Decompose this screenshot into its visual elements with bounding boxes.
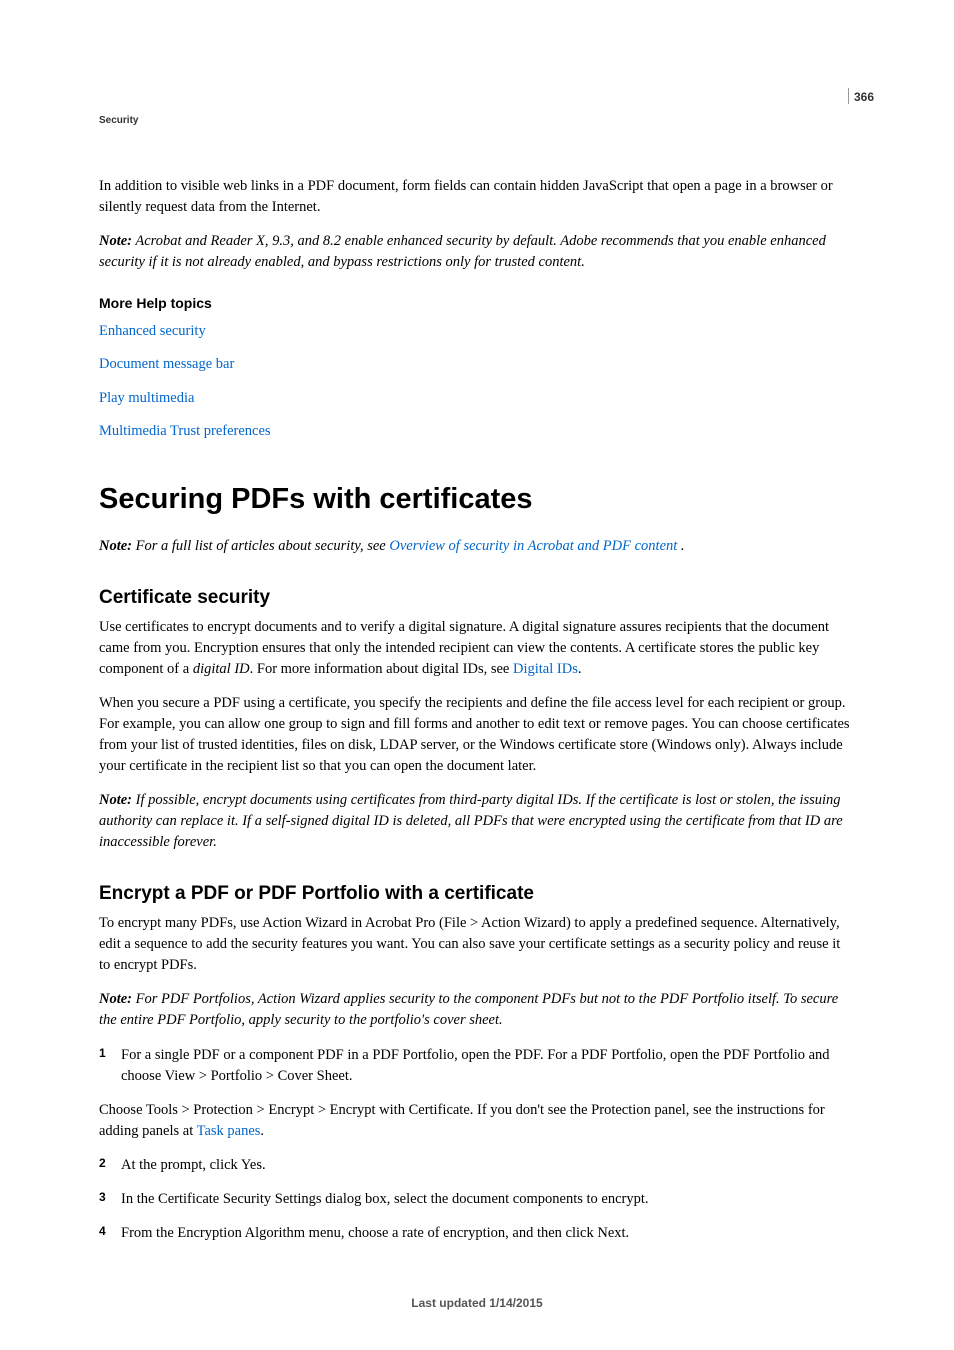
p1-post: . bbox=[578, 661, 582, 677]
note-label: Note: bbox=[99, 792, 132, 808]
cert-security-note: Note: If possible, encrypt documents usi… bbox=[99, 790, 855, 853]
step-3: In the Certificate Security Settings dia… bbox=[99, 1189, 855, 1210]
link-document-message-bar[interactable]: Document message bar bbox=[99, 354, 855, 374]
note-pre: For a full list of articles about securi… bbox=[132, 538, 389, 554]
link-task-panes[interactable]: Task panes bbox=[197, 1123, 261, 1139]
term-digital-id: digital ID bbox=[193, 661, 250, 677]
nonstep-post: . bbox=[260, 1123, 264, 1139]
note-label: Note: bbox=[99, 233, 132, 249]
main-heading: Securing PDFs with certificates bbox=[99, 483, 855, 516]
link-play-multimedia[interactable]: Play multimedia bbox=[99, 388, 855, 408]
note-text: If possible, encrypt documents using cer… bbox=[99, 792, 843, 850]
step-1: For a single PDF or a component PDF in a… bbox=[99, 1045, 855, 1087]
link-digital-ids[interactable]: Digital IDs bbox=[513, 661, 578, 677]
note-text: Acrobat and Reader X, 9.3, and 8.2 enabl… bbox=[99, 233, 826, 270]
link-overview-security[interactable]: Overview of security in Acrobat and PDF … bbox=[389, 538, 677, 554]
cert-security-p2: When you secure a PDF using a certificat… bbox=[99, 693, 855, 777]
link-enhanced-security[interactable]: Enhanced security bbox=[99, 321, 855, 341]
page-number-divider bbox=[848, 88, 849, 104]
link-multimedia-trust-preferences[interactable]: Multimedia Trust preferences bbox=[99, 421, 855, 441]
intro-paragraph: In addition to visible web links in a PD… bbox=[99, 176, 855, 218]
nonstep-paragraph: Choose Tools > Protection > Encrypt > En… bbox=[99, 1100, 855, 1142]
intro-note: Note: Acrobat and Reader X, 9.3, and 8.2… bbox=[99, 231, 855, 273]
note-label: Note: bbox=[99, 991, 132, 1007]
footer-last-updated: Last updated 1/14/2015 bbox=[0, 1296, 954, 1310]
step-4: From the Encryption Algorithm menu, choo… bbox=[99, 1223, 855, 1244]
note-text: For PDF Portfolios, Action Wizard applie… bbox=[99, 991, 838, 1028]
encrypt-p1: To encrypt many PDFs, use Action Wizard … bbox=[99, 913, 855, 976]
encrypt-note: Note: For PDF Portfolios, Action Wizard … bbox=[99, 989, 855, 1031]
steps-list-continued: At the prompt, click Yes. In the Certifi… bbox=[99, 1155, 855, 1244]
cert-security-p1: Use certificates to encrypt documents an… bbox=[99, 617, 855, 680]
cert-security-heading: Certificate security bbox=[99, 587, 855, 609]
steps-list: For a single PDF or a component PDF in a… bbox=[99, 1045, 855, 1087]
more-help-topics-heading: More Help topics bbox=[99, 295, 855, 311]
encrypt-heading: Encrypt a PDF or PDF Portfolio with a ce… bbox=[99, 883, 855, 905]
note-label: Note: bbox=[99, 538, 132, 554]
page-number: 366 bbox=[854, 90, 874, 104]
note-post: . bbox=[677, 538, 684, 554]
p1-mid: . For more information about digital IDs… bbox=[250, 661, 513, 677]
section-label: Security bbox=[99, 115, 855, 126]
step-2: At the prompt, click Yes. bbox=[99, 1155, 855, 1176]
main-note: Note: For a full list of articles about … bbox=[99, 536, 855, 557]
